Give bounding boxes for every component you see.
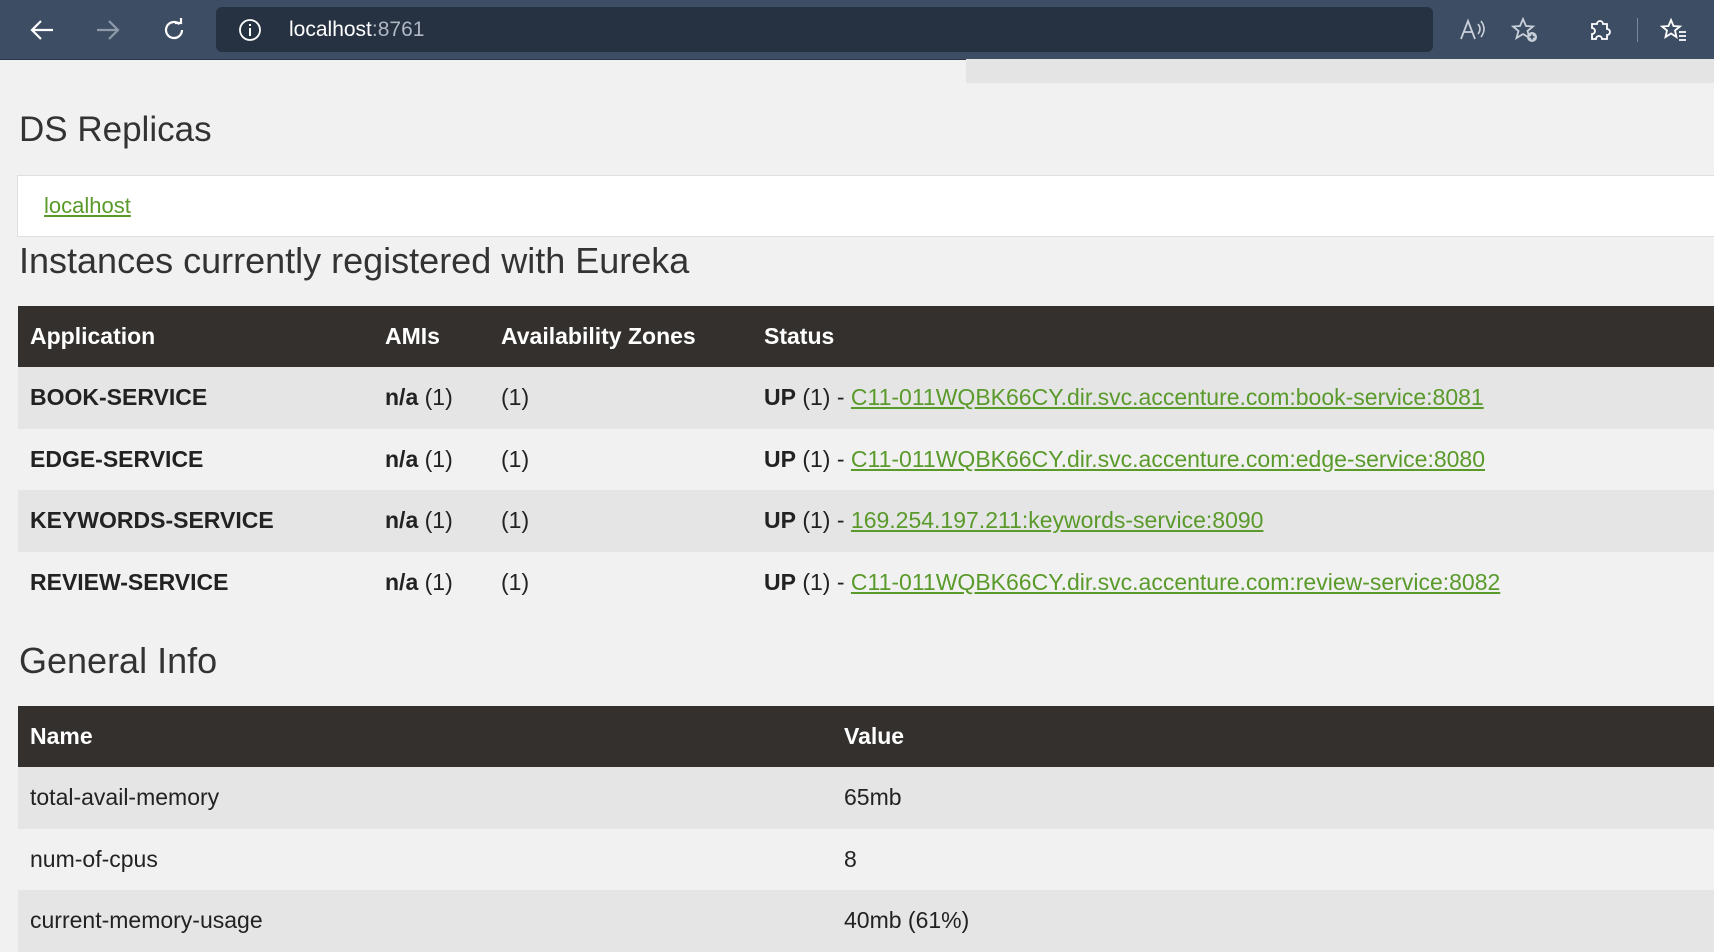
ami-count: (1) [418, 568, 453, 595]
ami-value: n/a [385, 384, 419, 411]
table-row: EDGE-SERVICE n/a (1) (1) UP (1) - C11-01… [18, 428, 1714, 491]
ami-count: (1) [418, 384, 453, 411]
status-value: UP [764, 507, 796, 534]
table-row: num-of-cpus 8 [18, 828, 1714, 890]
address-bar[interactable]: localhost:8761 [216, 7, 1433, 52]
ami-count: (1) [418, 507, 453, 534]
info-icon[interactable] [238, 18, 262, 42]
ami-count: (1) [418, 445, 453, 472]
zones-cell: (1) [501, 445, 530, 472]
status-cell: UP (1) - C11-011WQBK66CY.dir.svc.accentu… [752, 552, 1714, 614]
top-panel-strip [966, 59, 1714, 83]
info-value: 65mb [844, 784, 902, 811]
info-value: 40mb (61%) [844, 907, 970, 934]
extensions-icon[interactable] [1580, 10, 1620, 50]
column-header: Name [30, 723, 93, 749]
general-info-heading: General Info [19, 640, 218, 681]
ami-value: n/a [385, 568, 419, 595]
column-header: Value [844, 723, 905, 749]
table-header-row: Name Value [18, 706, 1714, 767]
browser-toolbar: localhost:8761 [0, 0, 1714, 60]
url-port: :8761 [371, 18, 425, 41]
zones-cell: (1) [501, 568, 530, 595]
forward-icon[interactable] [88, 10, 128, 50]
instance-link[interactable]: C11-011WQBK66CY.dir.svc.accenture.com:re… [851, 569, 1500, 595]
status-cell: UP (1) - C11-011WQBK66CY.dir.svc.accentu… [752, 429, 1714, 491]
ami-value: n/a [385, 445, 419, 472]
favorites-icon[interactable] [1654, 10, 1694, 50]
ami-value: n/a [385, 507, 419, 534]
back-icon[interactable] [22, 10, 62, 50]
status-cell: UP (1) - C11-011WQBK66CY.dir.svc.accentu… [752, 367, 1714, 429]
instances-heading: Instances currently registered with Eure… [19, 240, 690, 281]
ami-cell: n/a (1) [373, 367, 489, 429]
info-name: total-avail-memory [30, 784, 220, 811]
zones-cell: (1) [501, 384, 530, 411]
status-cell: UP (1) - 169.254.197.211:keywords-servic… [752, 490, 1714, 552]
status-count: (1) - [795, 445, 851, 472]
column-header: Application [30, 323, 156, 349]
replica-link[interactable]: localhost [44, 193, 131, 219]
status-count: (1) - [795, 384, 851, 411]
status-count: (1) - [795, 568, 851, 595]
reload-icon[interactable] [154, 10, 194, 50]
table-row: current-memory-usage 40mb (61%) [18, 890, 1714, 952]
application-name: REVIEW-SERVICE [30, 568, 229, 595]
instance-link[interactable]: 169.254.197.211:keywords-service:8090 [851, 507, 1264, 533]
status-value: UP [764, 384, 796, 411]
instances-table: Application AMIs Availability Zones Stat… [18, 306, 1714, 613]
ami-cell: n/a (1) [373, 552, 489, 614]
toolbar-divider [1637, 18, 1638, 42]
ami-cell: n/a (1) [373, 490, 489, 552]
info-name: current-memory-usage [30, 907, 263, 934]
url-host: localhost [289, 18, 372, 41]
status-value: UP [764, 445, 796, 472]
instance-link[interactable]: C11-011WQBK66CY.dir.svc.accenture.com:ed… [851, 446, 1485, 472]
ami-cell: n/a (1) [373, 429, 489, 491]
column-header: Availability Zones [501, 323, 696, 349]
table-header-row: Application AMIs Availability Zones Stat… [18, 306, 1714, 367]
ds-replicas-heading: DS Replicas [19, 110, 212, 149]
column-header: Status [764, 323, 835, 349]
add-favorite-icon[interactable] [1505, 10, 1545, 50]
info-name: num-of-cpus [30, 845, 158, 872]
table-row: REVIEW-SERVICE n/a (1) (1) UP (1) - C11-… [18, 551, 1714, 614]
zones-cell: (1) [501, 507, 530, 534]
column-header: AMIs [385, 323, 440, 349]
status-value: UP [764, 568, 796, 595]
application-name: KEYWORDS-SERVICE [30, 507, 274, 534]
application-name: EDGE-SERVICE [30, 445, 204, 472]
application-name: BOOK-SERVICE [30, 384, 208, 411]
status-count: (1) - [795, 507, 851, 534]
table-row: BOOK-SERVICE n/a (1) (1) UP (1) - C11-01… [18, 367, 1714, 429]
info-value: 8 [844, 845, 857, 872]
instance-link[interactable]: C11-011WQBK66CY.dir.svc.accenture.com:bo… [851, 384, 1484, 410]
table-row: total-avail-memory 65mb [18, 767, 1714, 829]
url-text: localhost:8761 [289, 18, 424, 42]
general-info-table: Name Value total-avail-memory 65mb num-o… [18, 706, 1714, 952]
table-row: KEYWORDS-SERVICE n/a (1) (1) UP (1) - 16… [18, 490, 1714, 552]
read-aloud-icon[interactable] [1452, 10, 1492, 50]
replicas-list: localhost [17, 175, 1714, 237]
